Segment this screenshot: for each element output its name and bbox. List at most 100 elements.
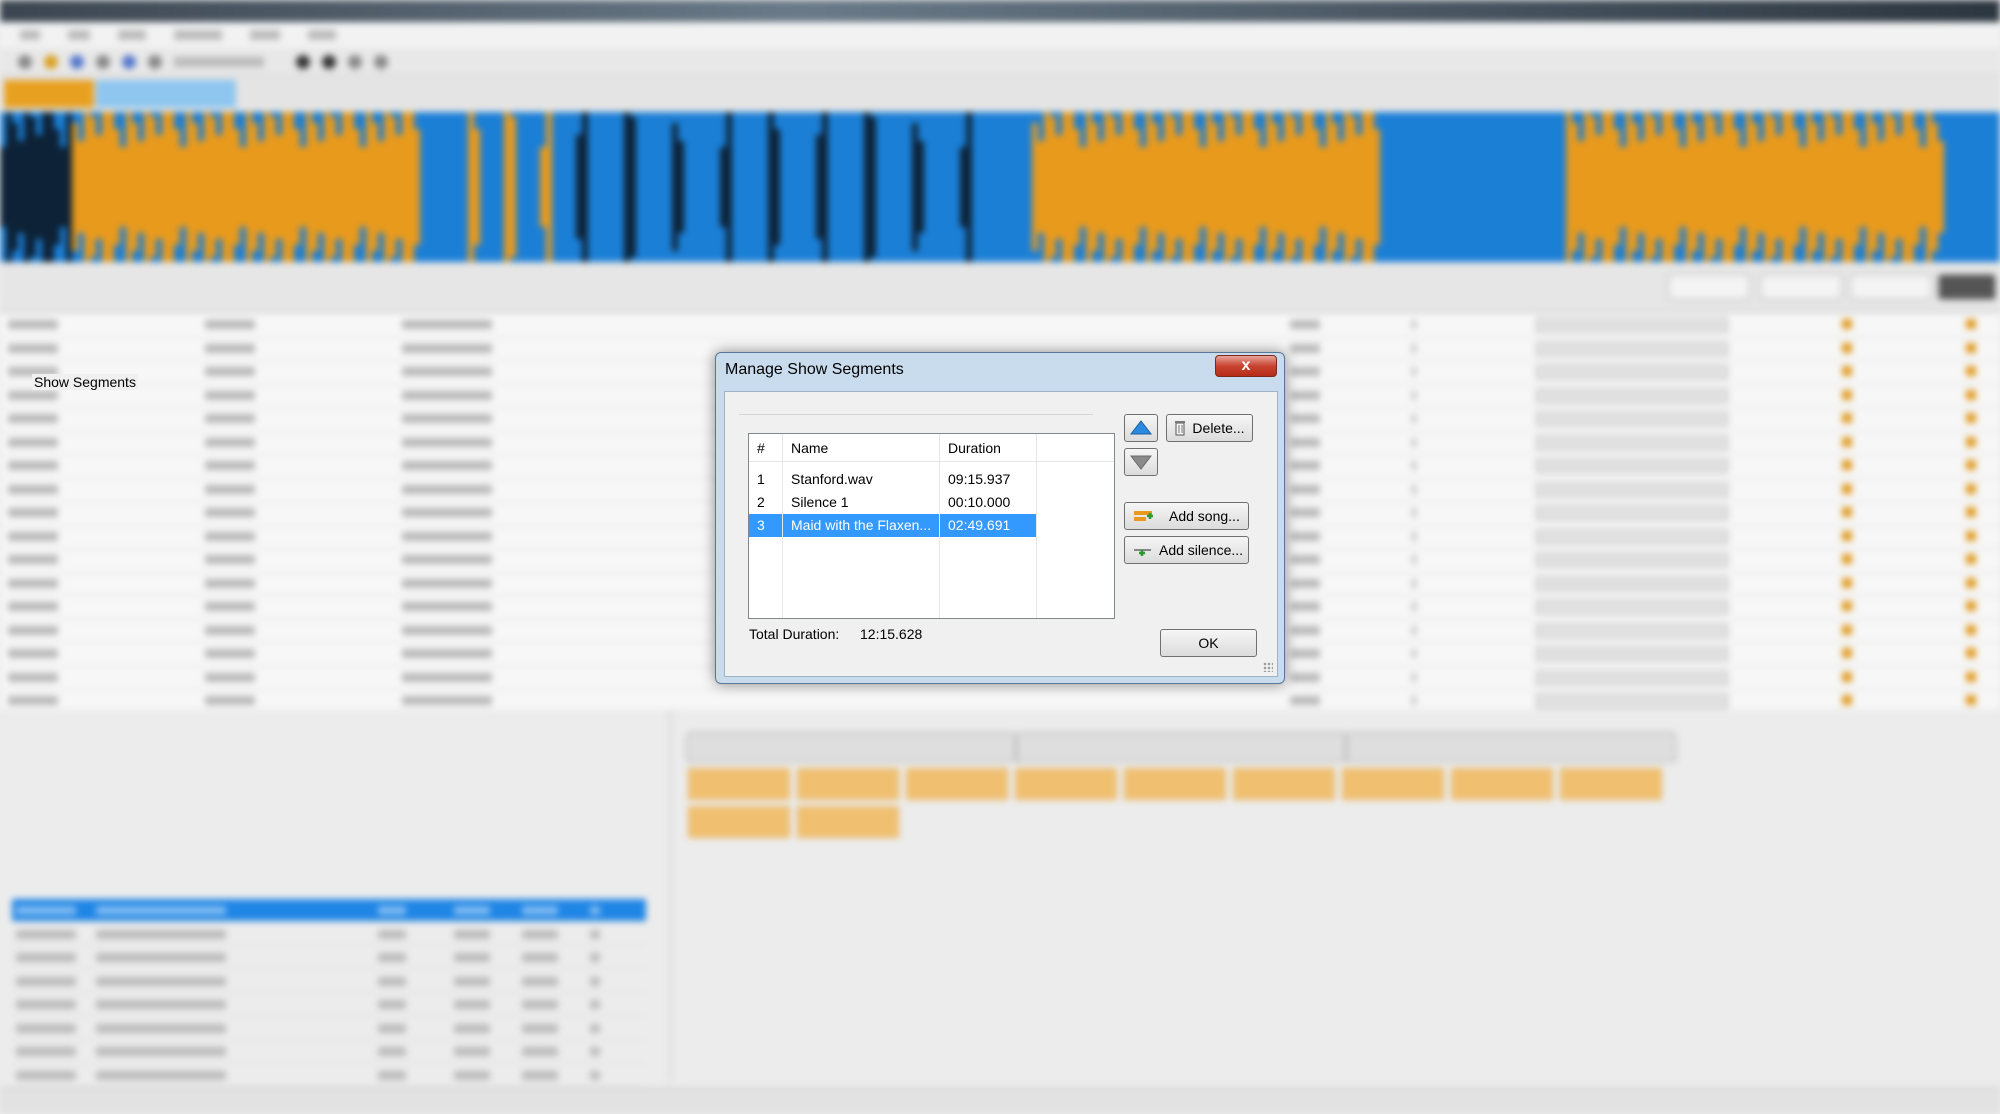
move-down-button[interactable] [1124, 448, 1158, 476]
grid-flag-icon [1966, 366, 1976, 376]
grid-cell [8, 602, 58, 611]
grid-select [1536, 482, 1728, 497]
app-titlebar [0, 0, 2000, 22]
grid-flag-icon [1966, 319, 1976, 329]
grid-cell [1290, 343, 1320, 353]
grid-flag-icon [1842, 601, 1852, 611]
grid-flag-icon [1842, 366, 1852, 376]
segment-number: 1 [749, 468, 783, 491]
resize-grip-icon[interactable] [1263, 662, 1273, 672]
segments-list[interactable]: # Name Duration 1 Stanford.wav 09:15.937… [748, 433, 1115, 619]
menu-placeholder [20, 30, 40, 40]
library-cell [522, 906, 558, 915]
playlist-chip [1342, 768, 1444, 800]
move-up-button[interactable] [1124, 414, 1158, 442]
grid-cell [8, 437, 58, 447]
grid-select [1536, 600, 1728, 614]
grid-flag-icon [1966, 483, 1976, 494]
library-cell [522, 976, 558, 986]
grid-select [1536, 529, 1728, 544]
grid-cell [1290, 461, 1320, 470]
column-header-duration[interactable]: Duration [940, 434, 1037, 462]
menu-placeholder [250, 30, 280, 40]
grid-cell [205, 508, 255, 517]
grid-cell [1290, 437, 1320, 447]
grid-cell [1412, 414, 1416, 423]
grid-select [1536, 318, 1728, 332]
grid-cell [205, 672, 255, 682]
list-item[interactable]: 2 Silence 1 00:10.000 [749, 491, 1114, 514]
library-cell [378, 1070, 406, 1080]
waveform-button [1760, 274, 1842, 300]
grid-select [1536, 388, 1728, 403]
add-song-button[interactable]: Add song... [1124, 502, 1249, 530]
library-cell [522, 1023, 558, 1033]
playlist-chip [688, 806, 790, 838]
library-cell [96, 1070, 226, 1080]
column-header-number[interactable]: # [749, 434, 783, 462]
toolbar-icon [96, 54, 110, 69]
up-arrow-icon [1130, 420, 1152, 435]
grid-cell [205, 390, 255, 400]
segment-duration: 02:49.691 [940, 514, 1037, 537]
grid-flag-icon [1966, 577, 1976, 588]
waveform-button [1938, 274, 1996, 300]
list-item-selected[interactable]: 3 Maid with the Flaxen... 02:49.691 [749, 514, 1114, 537]
grid-cell [205, 484, 255, 494]
library-row [12, 946, 646, 969]
close-button[interactable]: x [1215, 355, 1277, 377]
grid-select [1536, 623, 1728, 638]
library-cell [96, 953, 226, 962]
grid-flag-icon [1842, 342, 1852, 353]
library-cell [454, 1023, 490, 1033]
add-silence-button[interactable]: Add silence... [1124, 536, 1249, 564]
waveform-button [1850, 274, 1932, 300]
library-cell [96, 906, 226, 915]
grid-cell [205, 320, 255, 329]
list-item[interactable]: 1 Stanford.wav 09:15.937 [749, 468, 1114, 491]
delete-button[interactable]: Delete... [1166, 414, 1253, 442]
grid-flag-icon [1966, 554, 1976, 564]
grid-cell [205, 531, 255, 541]
library-cell [454, 976, 490, 986]
grid-cell [8, 672, 58, 682]
library-cell [454, 906, 490, 915]
grid-cell [1412, 320, 1416, 329]
library-cell [590, 1000, 600, 1009]
grid-cell [205, 461, 255, 470]
segment-number: 2 [749, 491, 783, 514]
add-silence-icon [1134, 549, 1151, 556]
grid-cell [402, 696, 492, 705]
playlist-panel [680, 712, 2000, 1082]
waveform [0, 112, 2000, 262]
grid-cell [1290, 414, 1320, 423]
library-cell [378, 1023, 406, 1033]
trash-icon [1175, 421, 1186, 436]
toolbar-icon [18, 54, 32, 69]
grid-flag-icon [1966, 695, 1976, 705]
grid-cell [8, 578, 58, 588]
library-cell [96, 1047, 226, 1056]
library-cell [16, 1000, 76, 1009]
library-cell [590, 929, 600, 939]
library-cell [522, 929, 558, 939]
library-row [12, 899, 646, 922]
ok-button[interactable]: OK [1160, 629, 1257, 657]
grid-flag-icon [1966, 624, 1976, 635]
grid-flag-icon [1966, 648, 1976, 658]
menu-placeholder [68, 30, 90, 40]
library-cell [378, 929, 406, 939]
grid-cell [1412, 484, 1416, 494]
menu-placeholder [118, 30, 146, 40]
column-header-name[interactable]: Name [783, 434, 940, 462]
segment-name: Silence 1 [783, 491, 940, 514]
playlist-tab [686, 732, 1016, 762]
toolbar-icon [296, 54, 310, 69]
grid-cell [402, 625, 492, 635]
playlist-chip [1560, 768, 1662, 800]
menu-placeholder [308, 30, 336, 40]
grid-cell [1412, 461, 1416, 470]
grid-cell [1290, 531, 1320, 541]
grid-cell [205, 602, 255, 611]
library-cell [96, 1023, 226, 1033]
